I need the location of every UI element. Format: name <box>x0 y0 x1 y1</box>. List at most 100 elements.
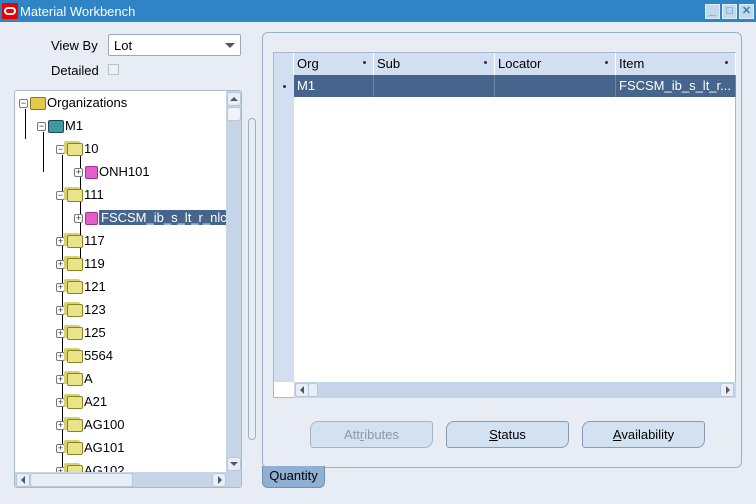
tree-node-label: 117 <box>84 233 105 248</box>
tree-node[interactable]: +121 <box>56 277 106 297</box>
expand-icon[interactable]: + <box>56 398 65 408</box>
tree-node[interactable]: +117 <box>56 231 105 251</box>
subinventory-icon <box>67 143 83 157</box>
subinventory-icon <box>67 327 83 341</box>
view-by-value: Lot <box>114 38 133 53</box>
folder-open-icon <box>30 97 46 111</box>
table-horizontal-scrollbar[interactable] <box>294 382 736 398</box>
tree-node[interactable]: + A21 <box>56 392 107 412</box>
collapse-icon[interactable]: − <box>56 191 65 201</box>
detailed-checkbox[interactable] <box>108 64 119 75</box>
subinventory-icon <box>67 281 83 295</box>
subinventory-icon <box>67 442 83 456</box>
subinventory-icon <box>67 235 83 249</box>
collapse-icon[interactable]: − <box>37 122 46 132</box>
expand-icon[interactable]: + <box>74 214 83 224</box>
tree-node[interactable]: − 111 <box>56 185 104 205</box>
column-header-item[interactable]: Item <box>616 53 736 75</box>
pane-splitter[interactable] <box>248 118 256 440</box>
tree-node-label: FSCSM_ib_s_lt_r_nlc <box>99 210 229 225</box>
tree-node-label: AG100 <box>84 417 125 432</box>
tree-node[interactable]: + AG101 <box>56 438 124 458</box>
column-label: Org <box>297 56 319 71</box>
subinventory-icon <box>67 258 83 272</box>
detailed-label: Detailed <box>51 63 99 78</box>
cell-locator[interactable] <box>495 75 616 97</box>
subinventory-icon <box>67 396 83 410</box>
tree-vertical-scrollbar[interactable] <box>226 91 241 472</box>
tree-node[interactable]: + AG100 <box>56 415 124 435</box>
horizontal-scroll-thumb[interactable] <box>30 473 133 487</box>
oracle-logo-icon <box>2 3 18 19</box>
column-label: Sub <box>377 56 401 71</box>
scroll-up-button[interactable] <box>227 92 241 106</box>
label-part: Att <box>344 427 360 442</box>
organization-icon <box>48 120 64 134</box>
column-header-sub[interactable]: Sub <box>374 53 495 75</box>
subinventory-icon <box>67 419 83 433</box>
tree-connector-line <box>43 132 44 172</box>
current-row-indicator[interactable] <box>283 85 286 88</box>
horizontal-scroll-thumb[interactable] <box>308 383 318 397</box>
column-header-locator[interactable]: Locator <box>495 53 616 75</box>
tree-node[interactable]: − M1 <box>37 116 83 136</box>
expand-icon[interactable]: + <box>56 306 65 316</box>
expand-icon[interactable]: + <box>56 421 65 431</box>
tree-node[interactable]: +123 <box>56 300 106 320</box>
tree-node-label: M1 <box>65 118 84 133</box>
tree-horizontal-scrollbar[interactable] <box>15 472 241 487</box>
expand-icon[interactable]: + <box>74 168 83 178</box>
status-button[interactable]: Status <box>446 421 569 448</box>
tree-node-label: 111 <box>84 187 104 202</box>
tree-node-label: 123 <box>84 302 106 317</box>
tree-node[interactable]: +119 <box>56 254 105 274</box>
window-title: Material Workbench <box>20 4 136 19</box>
organization-tree[interactable]: − Organizations − M1−10 + ONH101−111 + FSCSM_ib… <box>14 90 242 488</box>
tree-node[interactable]: − 10 <box>56 139 98 159</box>
column-header-org[interactable]: Org <box>294 53 374 75</box>
tree-connector-line <box>25 109 26 139</box>
scroll-left-button[interactable] <box>16 473 30 487</box>
expand-icon[interactable]: + <box>56 329 65 339</box>
scroll-down-button[interactable] <box>227 457 241 471</box>
tree-node[interactable]: +125 <box>56 323 106 343</box>
scroll-left-button[interactable] <box>295 383 309 397</box>
mnemonic: S <box>489 427 498 442</box>
collapse-icon[interactable]: − <box>56 145 65 155</box>
scroll-right-button[interactable] <box>212 473 226 487</box>
tree-node[interactable]: + A <box>56 369 93 389</box>
cell-sub[interactable] <box>374 75 495 97</box>
maximize-button[interactable]: □ <box>722 4 737 19</box>
subinventory-icon <box>67 373 83 387</box>
tree-node-label: 5564 <box>84 348 113 363</box>
expand-icon[interactable]: + <box>56 375 65 385</box>
expand-icon[interactable]: + <box>56 283 65 293</box>
tab-quantity[interactable]: Quantity <box>262 466 325 488</box>
expand-icon[interactable]: + <box>56 352 65 362</box>
subinventory-icon <box>67 350 83 364</box>
close-button[interactable]: ✕ <box>739 4 754 19</box>
scroll-right-button[interactable] <box>720 383 734 397</box>
expand-icon[interactable]: + <box>56 444 65 454</box>
tree-node-label: Organizations <box>47 95 128 110</box>
cell-item[interactable]: FSCSM_ib_s_lt_r... <box>616 75 736 97</box>
label-part: ibutes <box>364 427 399 442</box>
tree-node[interactable]: +5564 <box>56 346 113 366</box>
cell-org[interactable]: M1 <box>294 75 374 97</box>
tree-node-label: 10 <box>84 141 99 156</box>
attributes-button[interactable]: Attributes <box>310 421 433 448</box>
expand-icon[interactable]: + <box>56 237 65 247</box>
availability-button[interactable]: Availability <box>582 421 705 448</box>
tree-node[interactable]: + FSCSM_ib_s_lt_r_nlc <box>74 208 229 228</box>
collapse-icon[interactable]: − <box>19 99 28 109</box>
title-bar: Material Workbench _ □ ✕ <box>0 0 756 22</box>
minimize-button[interactable]: _ <box>705 4 720 19</box>
tree-node[interactable]: − Organizations <box>19 93 127 113</box>
results-table: Org Sub Locator Item M1 FSCSM_ib_s_lt_r.… <box>273 52 736 398</box>
subinventory-icon <box>67 304 83 318</box>
tree-node[interactable]: + ONH101 <box>74 162 150 182</box>
expand-icon[interactable]: + <box>56 260 65 270</box>
scroll-thumb[interactable] <box>227 107 241 121</box>
view-by-select[interactable]: Lot <box>108 34 241 56</box>
item-cube-icon <box>85 166 98 180</box>
